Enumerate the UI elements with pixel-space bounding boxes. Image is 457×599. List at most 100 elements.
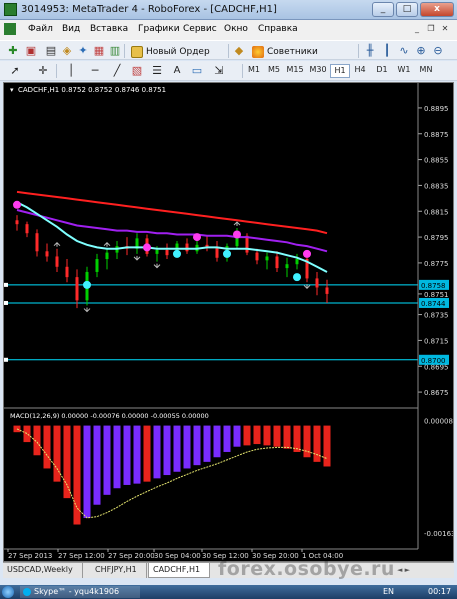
menu-insert[interactable]: Вставка xyxy=(90,24,128,34)
bar-chart-icon[interactable]: ╫ xyxy=(363,44,377,58)
timeframe-m30[interactable]: M30 xyxy=(308,65,328,74)
mdi-minimize-icon[interactable]: _ xyxy=(411,23,423,35)
candlestick-icon[interactable]: ┃ xyxy=(380,44,394,58)
fractal-down-arrow xyxy=(153,263,161,269)
skype-icon xyxy=(23,588,31,596)
price-label: 0.8675 xyxy=(424,389,449,397)
cyan-signal-dot xyxy=(293,273,301,282)
fractal-down-arrow xyxy=(83,307,91,313)
magenta-signal-dot xyxy=(193,233,201,242)
vertical-line-icon[interactable]: │ xyxy=(64,64,78,78)
trendline-icon[interactable]: ╱ xyxy=(110,64,124,78)
menu-charts[interactable]: Графики xyxy=(138,24,180,34)
zoom-in-icon[interactable]: ⊕ xyxy=(414,44,428,58)
price-label: 0.8855 xyxy=(424,157,449,165)
cursor-icon[interactable]: ➚ xyxy=(8,64,22,78)
title-bar: 3014953: MetaTrader 4 - RoboForex - [CAD… xyxy=(0,0,457,20)
candle-body xyxy=(325,287,329,294)
tab-chfjpy-h1[interactable]: CHFJPY,H1 xyxy=(91,563,147,578)
horizontal-line-icon[interactable]: ─ xyxy=(88,64,102,78)
metaeditor-icon[interactable]: ◆ xyxy=(232,44,246,58)
new-order-icon xyxy=(131,46,143,58)
zoom-out-icon[interactable]: ⊖ xyxy=(431,44,445,58)
tab-cadchf-h1[interactable]: CADCHF,H1 xyxy=(148,563,210,578)
timeframe-m5[interactable]: M5 xyxy=(264,65,284,74)
menu-file[interactable]: Файл xyxy=(28,24,53,34)
time-label: 27 Sep 20:00 xyxy=(108,552,155,560)
strategy-tester-icon[interactable]: ▥ xyxy=(108,44,122,58)
market-watch-icon[interactable]: ▤ xyxy=(44,44,58,58)
line-chart-icon[interactable]: ∿ xyxy=(397,44,411,58)
chart-window-icon[interactable] xyxy=(4,23,16,35)
new-chart-icon[interactable]: ✚ xyxy=(6,44,20,58)
macd-bar xyxy=(193,425,201,466)
channel-icon[interactable]: ▧ xyxy=(130,64,144,78)
watermark: forex.osobye.ru xyxy=(218,558,395,580)
expert-advisors-button[interactable]: Советники xyxy=(248,43,322,59)
navigator-icon[interactable]: ✦ xyxy=(76,44,90,58)
macd-bar xyxy=(63,425,71,499)
chart-window[interactable]: ▾ CADCHF,H1 0.8752 0.8752 0.8746 0.8751 … xyxy=(3,82,455,562)
tab-usdcad-weekly[interactable]: USDCAD,Weekly xyxy=(3,563,83,578)
minimize-button[interactable]: _ xyxy=(372,2,394,17)
text-tool-icon[interactable]: ▭ xyxy=(190,64,204,78)
crosshair-icon[interactable]: ✛ xyxy=(36,64,50,78)
cyan-signal-dot xyxy=(173,249,181,258)
close-button[interactable]: x xyxy=(420,2,454,17)
fibonacci-icon[interactable]: ☰ xyxy=(150,64,164,78)
arrows-icon[interactable]: ⇲ xyxy=(212,64,226,78)
macd-bar xyxy=(43,425,51,469)
macd-bar xyxy=(123,425,131,485)
candle-body xyxy=(155,250,159,254)
candle-body xyxy=(25,224,29,234)
macd-bar xyxy=(313,425,321,462)
mdi-restore-icon[interactable]: ❐ xyxy=(425,23,437,35)
menu-window[interactable]: Окно xyxy=(224,24,248,34)
macd-bar xyxy=(253,425,261,445)
timeframe-h4[interactable]: H4 xyxy=(350,65,370,74)
chart-canvas[interactable]: ▾ CADCHF,H1 0.8752 0.8752 0.8746 0.8751 … xyxy=(4,83,455,561)
chart-header: CADCHF,H1 0.8752 0.8752 0.8746 0.8751 xyxy=(18,86,166,94)
candle-body xyxy=(295,259,299,265)
menu-view[interactable]: Вид xyxy=(62,24,80,34)
macd-histogram xyxy=(13,425,331,525)
macd-scale-label: -0.00163 xyxy=(424,530,453,538)
price-scale[interactable]: 0.8895 0.8875 0.8855 0.8835 0.8815 0.8795 0.87… xyxy=(418,105,449,397)
macd-bar xyxy=(263,425,271,446)
cyan-signal-dot xyxy=(83,280,91,289)
macd-bar xyxy=(13,425,21,433)
timeframe-h1[interactable]: H1 xyxy=(330,64,350,78)
new-order-button[interactable]: Новый Ордер xyxy=(127,43,214,59)
text-label-icon[interactable]: A xyxy=(170,64,184,78)
timeframe-mn[interactable]: MN xyxy=(416,65,436,74)
timeframe-m15[interactable]: M15 xyxy=(285,65,305,74)
macd-header: MACD(12,26,9) 0.00000 -0.00076 0.00000 -… xyxy=(10,412,209,420)
expert-advisors-icon xyxy=(252,46,264,58)
timeframe-w1[interactable]: W1 xyxy=(394,65,414,74)
clock: 00:17 xyxy=(428,587,452,596)
menu-help[interactable]: Справка xyxy=(258,24,298,34)
start-button[interactable] xyxy=(2,586,14,598)
taskbar-skype-item[interactable]: Skype™ - yqu4k1906 xyxy=(20,586,140,598)
fractal-up-arrow xyxy=(53,242,61,247)
level-tag-label: 0.8744 xyxy=(421,300,446,308)
price-label: 0.8835 xyxy=(424,182,449,190)
menu-tools[interactable]: Сервис xyxy=(183,24,217,34)
tab-scroll-arrows-icon[interactable]: ◄ ► xyxy=(397,566,410,574)
profiles-icon[interactable]: ▣ xyxy=(24,44,38,58)
time-label: 27 Sep 2013 xyxy=(8,552,52,560)
macd-bar xyxy=(93,425,101,505)
terminal-icon[interactable]: ▦ xyxy=(92,44,106,58)
timeframe-m1[interactable]: M1 xyxy=(244,65,264,74)
maximize-button[interactable]: □ xyxy=(396,2,418,17)
menu-bar: Файл Вид Вставка Графики Сервис Окно Спр… xyxy=(0,20,457,40)
data-window-icon[interactable]: ◈ xyxy=(60,44,74,58)
price-label: 0.8795 xyxy=(424,234,449,242)
language-indicator[interactable]: EN xyxy=(383,586,394,598)
macd-bar xyxy=(133,425,141,484)
level-handle xyxy=(4,282,8,287)
timeframe-d1[interactable]: D1 xyxy=(372,65,392,74)
macd-bar xyxy=(303,425,311,458)
macd-bar xyxy=(243,425,251,446)
mdi-close-icon[interactable]: ✕ xyxy=(439,23,451,35)
